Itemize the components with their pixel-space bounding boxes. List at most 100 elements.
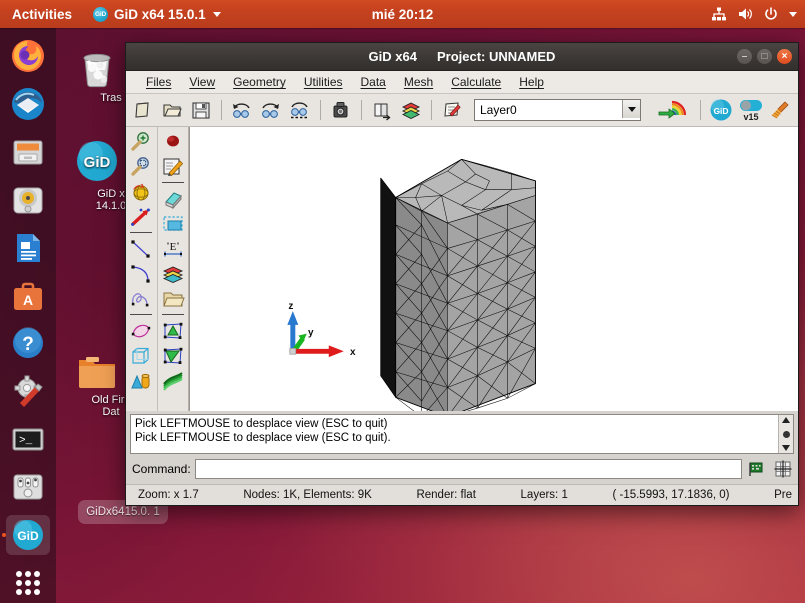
version-toggle-button[interactable]: v15: [737, 97, 765, 123]
svg-text:GiD: GiD: [713, 106, 728, 116]
edit-button[interactable]: [159, 154, 187, 179]
rotate-view-button[interactable]: [127, 179, 155, 204]
viewport-canvas: z y x: [190, 127, 798, 411]
toolbar-separator: [162, 182, 184, 183]
svg-text:E: E: [169, 241, 176, 253]
view-dashed-icon: [288, 99, 312, 121]
window-body: E: [126, 127, 798, 411]
delete-button[interactable]: [159, 186, 187, 211]
board-button[interactable]: [746, 459, 768, 479]
window-titlebar[interactable]: GiD x64 Project: UNNAMED – □ ×: [126, 43, 798, 71]
menu-help[interactable]: Help: [511, 73, 552, 91]
rainbow-arrow-button[interactable]: [657, 97, 693, 123]
redo-view-button[interactable]: [258, 97, 284, 123]
network-icon[interactable]: [711, 6, 727, 22]
save-button[interactable]: [188, 97, 214, 123]
menu-data[interactable]: Data: [353, 73, 394, 91]
object-primitives-button[interactable]: [127, 368, 155, 393]
app-menu-button[interactable]: GiD GiD x64 15.0.1: [86, 0, 228, 28]
view-dashed-button[interactable]: [287, 97, 313, 123]
zoom-frame-button[interactable]: [127, 154, 155, 179]
left-toolbar-column-2: E: [157, 127, 189, 411]
svg-text:?: ?: [22, 334, 34, 355]
close-button[interactable]: ×: [777, 49, 792, 64]
layers-button[interactable]: [398, 97, 424, 123]
open-folder-button[interactable]: [159, 286, 187, 311]
create-volume-button[interactable]: [127, 343, 155, 368]
status-layers: Layers: 1: [515, 489, 574, 501]
gid-application-window: GiD x64 Project: UNNAMED – □ × Files Vie…: [125, 42, 799, 506]
pan-view-button[interactable]: [127, 204, 155, 229]
notes-icon: [441, 99, 463, 121]
minimize-button[interactable]: –: [737, 49, 752, 64]
zoom-in-button[interactable]: [127, 129, 155, 154]
scrollbar-thumb[interactable]: [783, 431, 790, 438]
menu-calculate[interactable]: Calculate: [443, 73, 509, 91]
dock-item-rhythmbox[interactable]: [6, 180, 50, 220]
create-point-button[interactable]: [159, 129, 187, 154]
message-scrollbar[interactable]: [778, 415, 793, 453]
window-project-title: Project: UNNAMED: [427, 49, 565, 64]
status-mode: Pre: [768, 489, 798, 501]
axis-label-y: y: [308, 328, 314, 339]
results-button[interactable]: [159, 368, 187, 393]
broom-button[interactable]: [768, 97, 794, 123]
scroll-down-icon[interactable]: [782, 445, 790, 451]
new-file-button[interactable]: [130, 97, 156, 123]
svg-text:>_: >_: [19, 435, 33, 447]
dimension-button[interactable]: E: [159, 236, 187, 261]
menu-view[interactable]: View: [181, 73, 223, 91]
create-surface-button[interactable]: [127, 318, 155, 343]
main-toolbar: Layer0 GiD: [126, 94, 798, 127]
system-indicators[interactable]: [711, 6, 797, 22]
dock-item-ubuntu-software[interactable]: A: [6, 276, 50, 316]
select-rectangle-button[interactable]: [159, 211, 187, 236]
chevron-down-icon[interactable]: [622, 100, 640, 118]
layer-selector[interactable]: Layer0: [474, 99, 641, 121]
mesh-volume-button[interactable]: [159, 343, 187, 368]
power-icon[interactable]: [763, 6, 779, 22]
3d-viewport[interactable]: z y x: [189, 127, 798, 411]
print-page-button[interactable]: [369, 97, 395, 123]
menu-files[interactable]: Files: [138, 73, 179, 91]
dock-item-terminal[interactable]: >_: [6, 419, 50, 459]
show-applications-button[interactable]: [6, 563, 50, 603]
mesh-surface-icon: [161, 320, 185, 342]
scroll-up-icon[interactable]: [782, 417, 790, 423]
undo-view-button[interactable]: [229, 97, 255, 123]
create-nurbs-button[interactable]: [127, 286, 155, 311]
line-icon: [129, 238, 153, 260]
gid-logo-button[interactable]: GiD: [708, 97, 734, 123]
dock-item-settings[interactable]: [6, 467, 50, 507]
notes-button[interactable]: [439, 97, 465, 123]
create-line-button[interactable]: [127, 236, 155, 261]
zoom-in-icon: [129, 131, 153, 153]
maximize-button[interactable]: □: [757, 49, 772, 64]
camera-button[interactable]: [328, 97, 354, 123]
message-line-2: Pick LEFTMOUSE to desplace view (ESC to …: [135, 431, 774, 445]
menu-utilities[interactable]: Utilities: [296, 73, 351, 91]
command-input[interactable]: [195, 459, 742, 479]
menubar: Files View Geometry Utilities Data Mesh …: [126, 71, 798, 94]
command-row: Command:: [130, 457, 794, 481]
create-arc-button[interactable]: [127, 261, 155, 286]
activities-button[interactable]: Activities: [0, 0, 86, 28]
layers-stack-button[interactable]: [159, 261, 187, 286]
toolbar-separator: [162, 314, 184, 315]
volume-icon[interactable]: [737, 6, 753, 22]
message-area[interactable]: Pick LEFTMOUSE to desplace view (ESC to …: [130, 414, 794, 454]
dock-item-software-updater[interactable]: [6, 371, 50, 411]
chevron-down-icon[interactable]: [789, 12, 797, 17]
dock-item-files[interactable]: [6, 132, 50, 172]
dock-item-firefox[interactable]: [6, 36, 50, 76]
dock-item-thunderbird[interactable]: [6, 84, 50, 124]
dock-item-gid[interactable]: GiD: [6, 515, 50, 555]
mesh-surface-button[interactable]: [159, 318, 187, 343]
dock-item-help[interactable]: ?: [6, 324, 50, 364]
gid-icon: GiD: [10, 517, 46, 553]
grid-button[interactable]: [772, 459, 794, 479]
menu-mesh[interactable]: Mesh: [396, 73, 441, 91]
dock-item-libreoffice-writer[interactable]: [6, 228, 50, 268]
menu-geometry[interactable]: Geometry: [225, 73, 294, 91]
open-file-button[interactable]: [159, 97, 185, 123]
